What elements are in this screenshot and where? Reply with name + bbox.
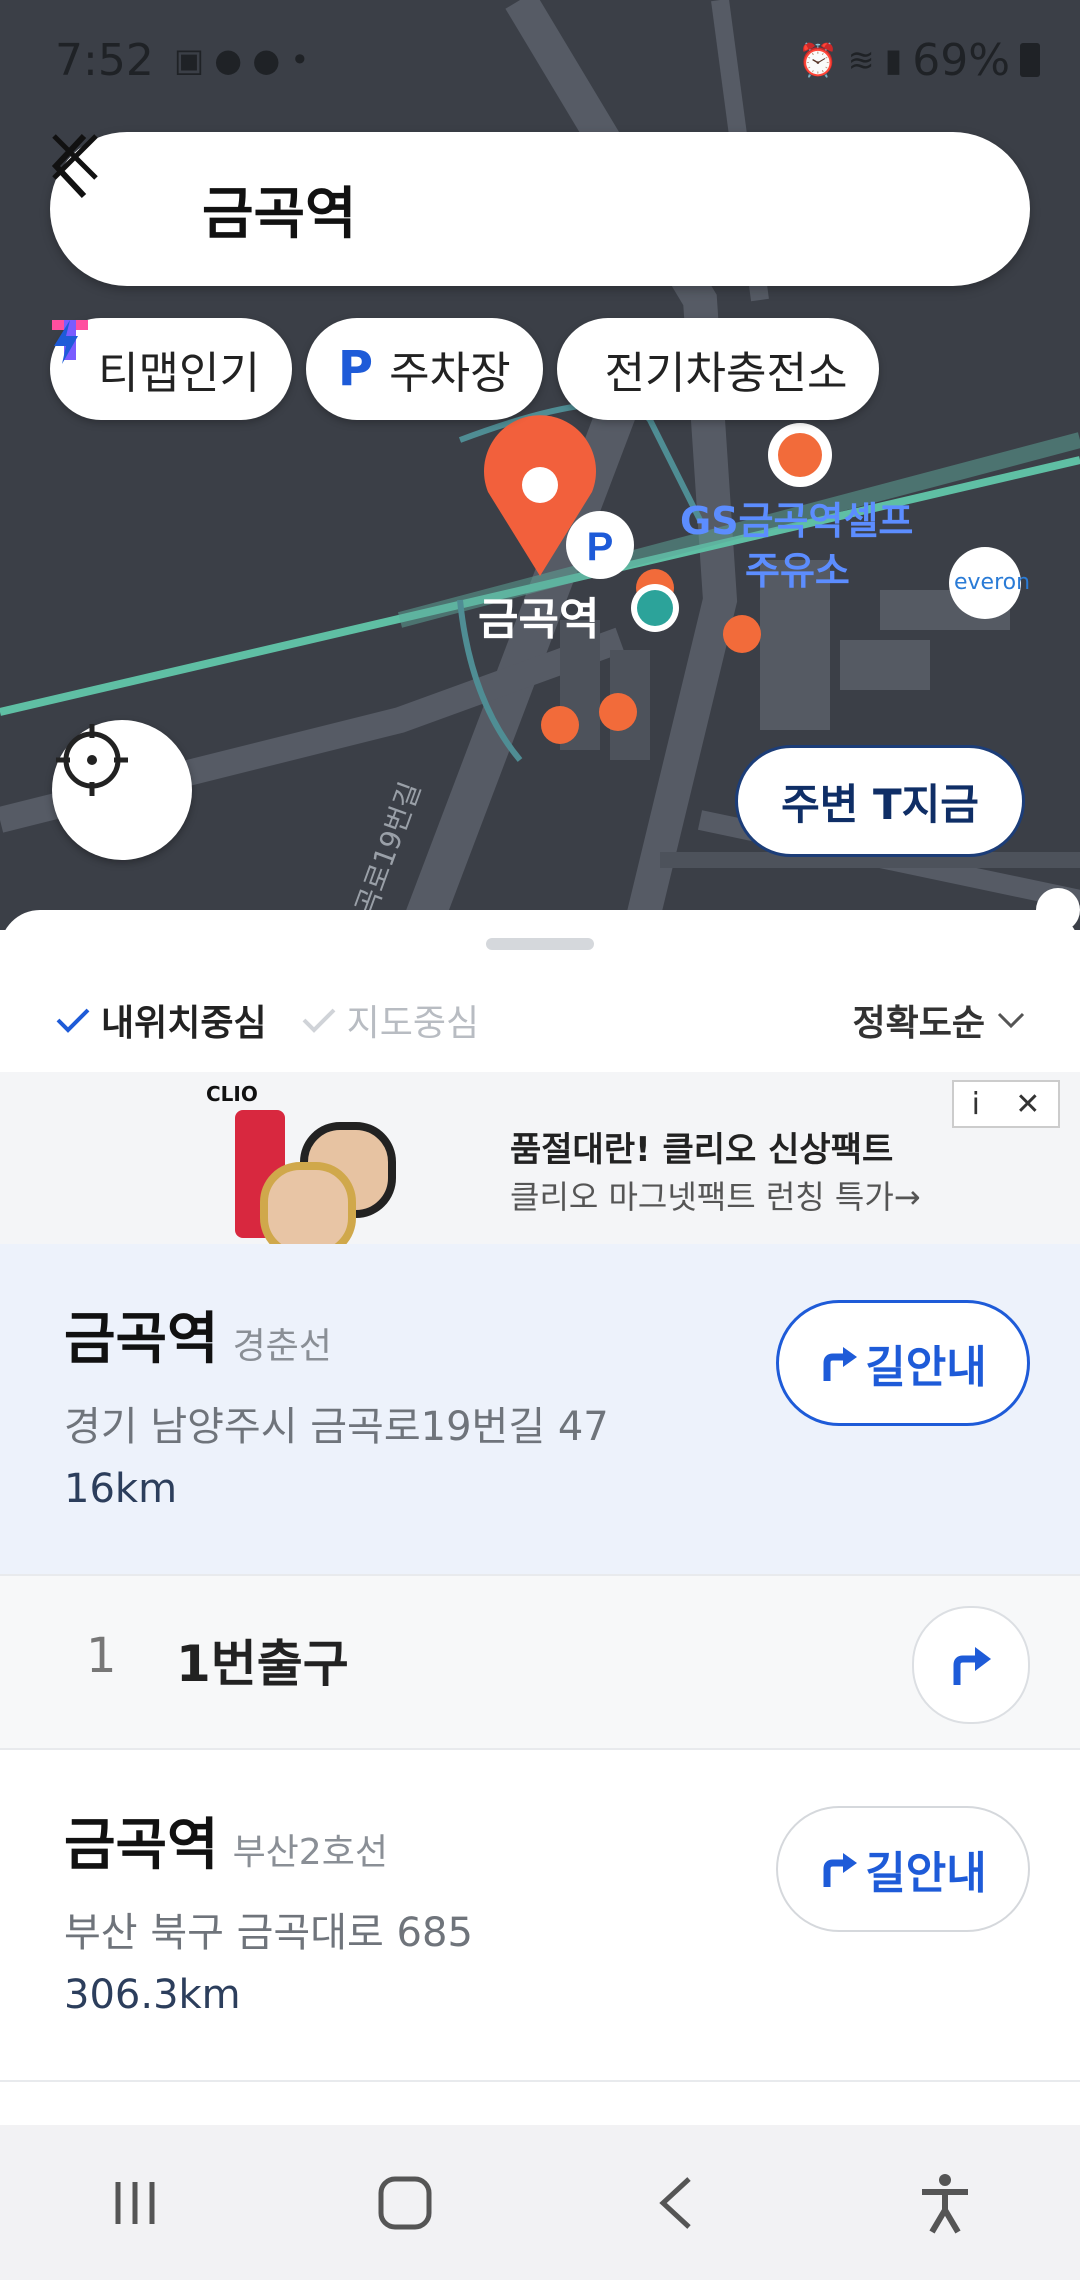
ad-controls[interactable]: i ✕ <box>952 1080 1060 1128</box>
crosshair-icon <box>56 724 128 796</box>
ad-title: 품절대란! 클리오 신상팩트 <box>510 1130 894 1170</box>
turn-right-icon <box>823 1853 858 1887</box>
chip-label: 주차장 <box>389 348 511 399</box>
status-bar: 7:52 ▣ ● ● • ⏰ ≋ ▮ 69% <box>55 30 1040 90</box>
route-label: 길안내 <box>865 1342 987 1393</box>
result-title: 금곡역 <box>64 1813 219 1878</box>
result-item[interactable]: 금곡역 부산2호선 부산 북구 금곡대로 685 306.3km 길안내 <box>0 1750 1080 2080</box>
back-button[interactable] <box>51 133 160 244</box>
battery-icon <box>1020 43 1040 77</box>
alarm-icon: ⏰ <box>797 41 838 79</box>
sort-dropdown[interactable]: 정확도순 <box>853 994 1025 1046</box>
svg-text:P: P <box>587 525 614 569</box>
ad-product-image: CLIO <box>200 1082 440 1258</box>
recent-apps-icon <box>115 2181 155 2224</box>
result-distance: 16km <box>64 1466 178 1512</box>
my-location-button[interactable] <box>52 720 192 860</box>
everon-logo[interactable]: everon <box>954 570 1030 595</box>
ad-brand: CLIO <box>206 1082 258 1106</box>
result-distance: 306.3km <box>64 1972 241 2018</box>
ad-banner[interactable]: CLIO 품절대란! 클리오 신상팩트 클리오 마그넷팩트 런칭 특가→ i ✕ <box>0 1072 1080 1258</box>
chip-label: 전기차충전소 <box>604 348 848 399</box>
result-line: 경춘선 <box>232 1326 332 1367</box>
clear-button[interactable] <box>52 134 980 239</box>
accessibility-icon <box>922 2173 968 2234</box>
map-label-gas-station-2[interactable]: 주유소 <box>745 540 850 595</box>
map-label-gas-station[interactable]: GS금곡역셀프 <box>680 490 913 545</box>
chevron-down-icon <box>997 1012 1025 1029</box>
filter-bar: 내위치중심 지도중심 정확도순 <box>55 980 1025 1060</box>
close-icon <box>52 134 98 180</box>
system-nav-bar <box>0 2125 1080 2280</box>
result-address: 경기 남양주시 금곡로19번길 47 <box>64 1404 609 1450</box>
home-button[interactable] <box>345 2143 465 2263</box>
exit-number: 1 <box>86 1628 117 1684</box>
category-chips: 티맵인기 P 주차장 전기차충전소 <box>50 318 880 420</box>
back-nav-button[interactable] <box>615 2143 735 2263</box>
recent-apps-button[interactable] <box>75 2143 195 2263</box>
battery-percent: 69% <box>912 34 1010 86</box>
status-time: 7:52 <box>55 34 154 86</box>
nearby-tnow-button[interactable]: 주변 T지금 <box>735 745 1025 857</box>
ad-close-icon[interactable]: ✕ <box>1015 1087 1040 1122</box>
result-name: 금곡역 경춘선 <box>64 1294 332 1375</box>
check-icon <box>56 1008 90 1033</box>
ad-subtitle: 클리오 마그넷팩트 런칭 특가→ <box>510 1178 921 1216</box>
chip-tmap-popular[interactable]: 티맵인기 <box>50 318 292 420</box>
home-icon <box>378 2176 432 2229</box>
results-sheet: 내위치중심 지도중심 정확도순 CLIO 품절대란! 클리오 신상팩트 클리오 … <box>0 910 1080 2125</box>
turn-right-icon <box>953 1647 991 1685</box>
accessibility-button[interactable] <box>885 2143 1005 2263</box>
divider <box>0 2080 1080 2082</box>
filter-my-location[interactable]: 내위치중심 <box>55 994 267 1046</box>
sort-label: 정확도순 <box>852 1003 985 1044</box>
check-icon <box>302 1008 336 1033</box>
chip-label: 티맵인기 <box>98 348 260 399</box>
search-query[interactable]: 금곡역 <box>202 169 357 250</box>
turn-right-icon <box>823 1347 858 1381</box>
exit-label: 1번출구 <box>176 1635 349 1693</box>
chip-parking[interactable]: P 주차장 <box>305 318 543 420</box>
filter-my-location-label: 내위치중심 <box>101 1003 267 1044</box>
route-label: 길안내 <box>865 1848 987 1899</box>
parking-icon: P <box>337 341 374 397</box>
result-name: 금곡역 부산2호선 <box>64 1800 388 1881</box>
signal-icon: ▮ <box>884 41 903 79</box>
search-bar[interactable]: 금곡역 <box>50 132 1030 286</box>
exit-route-button[interactable] <box>912 1606 1030 1724</box>
route-button[interactable]: 길안내 <box>776 1300 1030 1426</box>
status-icons: ▣ ● ● • <box>173 41 310 79</box>
chip-ev-charging[interactable]: 전기차충전소 <box>54 318 880 420</box>
filter-map-center[interactable]: 지도중심 <box>301 994 479 1046</box>
result-line: 부산2호선 <box>232 1832 388 1873</box>
route-button[interactable]: 길안내 <box>776 1806 1030 1932</box>
map-label-station[interactable]: 금곡역 <box>478 583 599 647</box>
result-item[interactable]: 금곡역 경춘선 경기 남양주시 금곡로19번길 47 16km 길안내 <box>0 1244 1080 1574</box>
sheet-handle[interactable] <box>486 938 594 950</box>
map-view[interactable]: P 금곡역 GS금곡역셀프 주유소 everon 금곡로19번길 7:52 ▣ … <box>0 0 1080 930</box>
filter-map-center-label: 지도중심 <box>346 1003 480 1044</box>
result-title: 금곡역 <box>64 1307 219 1372</box>
ad-info-icon[interactable]: i <box>972 1087 980 1122</box>
back-icon <box>659 2176 691 2229</box>
result-address: 부산 북구 금곡대로 685 <box>64 1910 473 1956</box>
exit-item[interactable]: 1 1번출구 <box>0 1576 1080 1748</box>
wifi-icon: ≋ <box>847 41 875 79</box>
